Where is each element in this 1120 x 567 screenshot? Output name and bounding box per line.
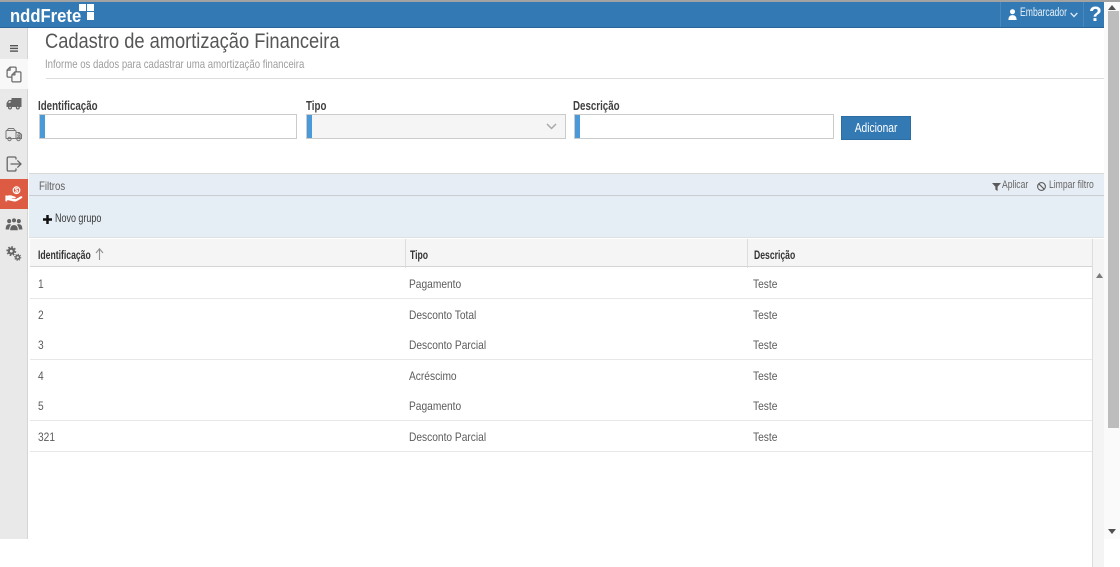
svg-text:$: $: [15, 187, 19, 194]
